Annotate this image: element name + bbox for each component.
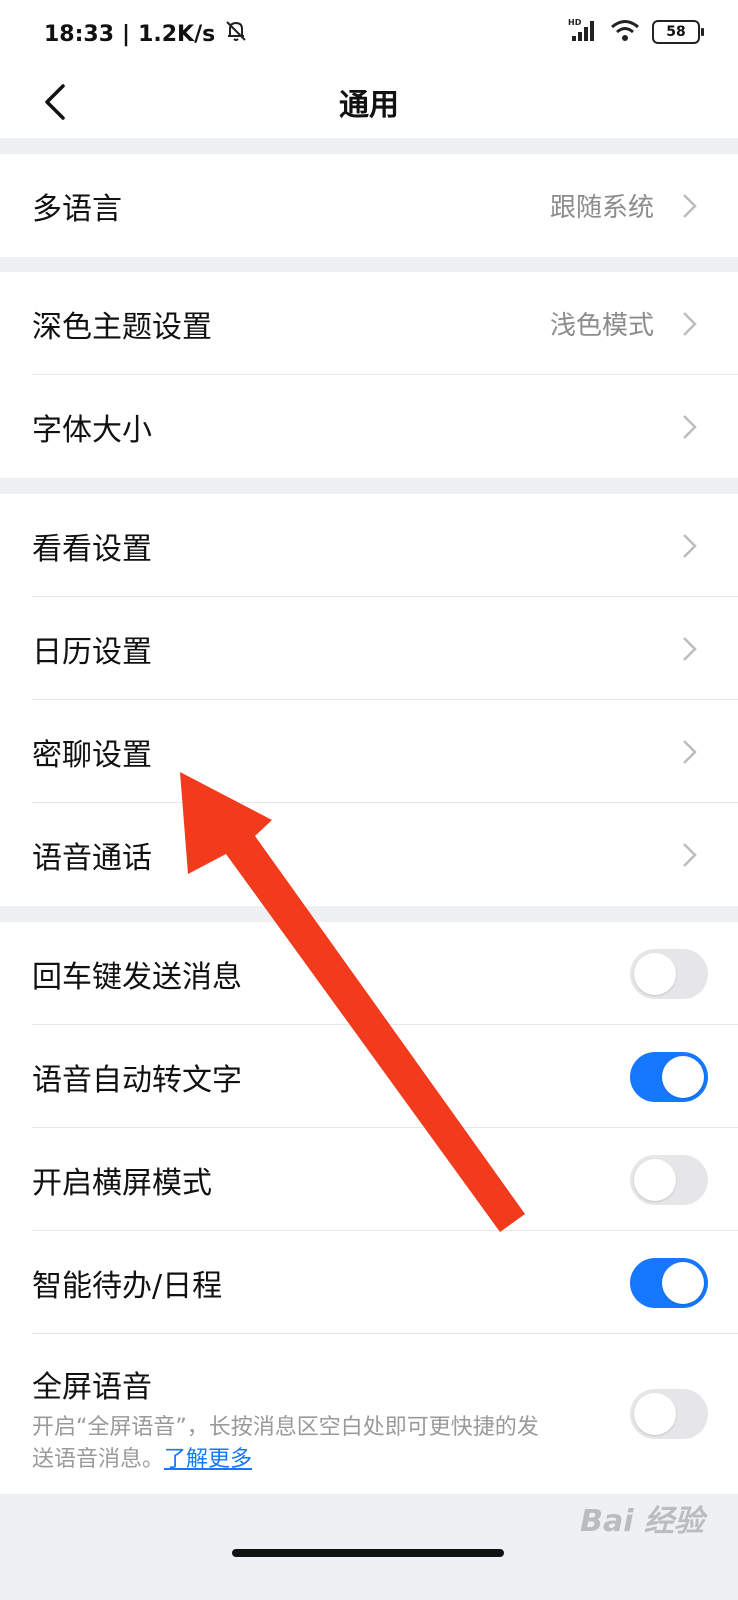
- home-indicator[interactable]: [232, 1549, 504, 1557]
- annotation-arrow: [180, 772, 525, 1232]
- red-arrow-shape: [180, 772, 525, 1232]
- watermark-logo: Bai 经验: [580, 1504, 704, 1539]
